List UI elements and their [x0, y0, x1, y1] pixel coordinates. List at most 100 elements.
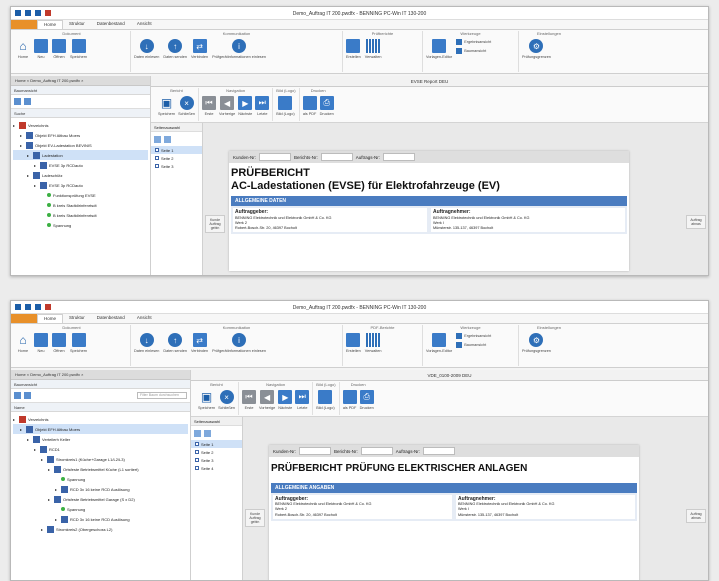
tree-node[interactable]: Funktionsprüfung EVSE: [13, 190, 148, 200]
first-page-button[interactable]: ⏮ Erste: [202, 96, 216, 116]
checkbox-icon[interactable]: [195, 466, 199, 470]
tree-node[interactable]: ▸ Ortsfeste Betriebsmittel Garage (S x D2…: [13, 494, 188, 504]
page-item[interactable]: Seite 1: [191, 440, 242, 448]
tree-node[interactable]: ▸ Ladeschütz: [13, 170, 148, 180]
save-button[interactable]: Speichern: [70, 39, 87, 59]
last-page-button[interactable]: ⏭ Letzte: [295, 390, 310, 410]
expand-icon[interactable]: [14, 392, 21, 399]
report-save-button[interactable]: ▣ Speichern: [158, 96, 175, 116]
expand-arrow-icon[interactable]: ▸: [41, 457, 45, 462]
tree-node[interactable]: B kreis Stadtdirinfenrtsdt: [13, 200, 148, 210]
new-icon[interactable]: [15, 10, 21, 16]
expand-arrow-icon[interactable]: ▸: [55, 517, 59, 522]
first-page-button[interactable]: ⏮ Erste: [242, 390, 256, 410]
tree-filter-input[interactable]: Filter Baum durchsuchen: [137, 392, 187, 399]
tab-datenbestand[interactable]: Datenbestand: [91, 314, 131, 323]
client-box[interactable]: Auftraggeber: BENNING Elektrotechnik und…: [273, 494, 452, 519]
page-item[interactable]: Seite 4: [191, 464, 242, 472]
tree-node[interactable]: ▸ Verzeichnis: [13, 414, 188, 424]
expand-arrow-icon[interactable]: ▸: [20, 133, 24, 138]
expand-arrow-icon[interactable]: ▸: [27, 173, 31, 178]
read-data-button[interactable]: ↓ Daten einlesen: [134, 39, 159, 59]
report-close-button[interactable]: × Schließen: [218, 390, 235, 410]
customer-no-field[interactable]: [259, 153, 292, 161]
tab-ansicht[interactable]: Ansicht: [131, 314, 158, 323]
result-view-button[interactable]: Ergebnisansicht: [456, 39, 491, 45]
next-page-button[interactable]: ▶ Nächste: [278, 390, 293, 410]
expand-arrow-icon[interactable]: ▸: [34, 183, 38, 188]
collapse-icon[interactable]: [24, 98, 31, 105]
expand-arrow-icon[interactable]: ▸: [48, 497, 52, 502]
tree-node[interactable]: ▸ Objekt EV-Ladestation BEVINIS: [13, 140, 148, 150]
last-page-button[interactable]: ⏭ Letzte: [255, 96, 270, 116]
next-page-button[interactable]: ▶ Nächste: [238, 96, 253, 116]
page-item[interactable]: Seite 1: [151, 146, 202, 154]
checkbox-icon[interactable]: [195, 442, 199, 446]
prev-page-button[interactable]: ◀ Vorherige: [219, 96, 235, 116]
tree-node[interactable]: ▸ Verteilerh Keller: [13, 434, 188, 444]
open-button[interactable]: Öffnen: [52, 39, 66, 59]
report-close-button[interactable]: × Schließen: [178, 96, 195, 116]
connect-button[interactable]: ⇄ Verbinden: [191, 333, 208, 353]
tree-node[interactable]: ▸ Objekt EFH Altbau Moers: [13, 130, 148, 140]
expand-arrow-icon[interactable]: ▸: [34, 447, 38, 452]
new-button[interactable]: Neu: [34, 333, 48, 353]
expand-icon[interactable]: [14, 98, 21, 105]
new-icon[interactable]: [15, 304, 21, 310]
manage-reports-button[interactable]: Verwalten: [365, 39, 381, 59]
logo-button[interactable]: Bild (Logo): [316, 390, 335, 410]
tree-view-button[interactable]: Baumansicht: [456, 342, 491, 348]
send-data-button[interactable]: ↑ Daten senden: [163, 333, 187, 353]
tree-node[interactable]: ▸ Verzeichnis: [13, 120, 148, 130]
order-no-field[interactable]: [383, 153, 416, 161]
customer-order-side-button[interactable]: Kunde Auftrag gebin: [245, 509, 265, 527]
tree-node[interactable]: ▸ Stromkreis1 (Küche+Garage L1/L2/L3): [13, 454, 188, 464]
deselect-icon[interactable]: [164, 135, 171, 143]
tab-home[interactable]: Home: [37, 314, 64, 323]
select-all-icon[interactable]: [194, 429, 201, 437]
save-icon[interactable]: [35, 304, 41, 310]
document-tab[interactable]: Home × Demo_Auftrag IT 200.pwdfx ×: [11, 370, 190, 380]
tree-view-button[interactable]: Baumansicht: [456, 48, 491, 54]
expand-arrow-icon[interactable]: ▸: [13, 123, 17, 128]
order-side-button[interactable]: Auftrag abnas: [686, 509, 706, 523]
limits-button[interactable]: ⚙ Prüfungsgrenzen: [522, 39, 551, 59]
tree-node[interactable]: ▸ Ortsfeste Betriebsmittel Küche (L1 sort…: [13, 464, 188, 474]
open-icon[interactable]: [25, 10, 31, 16]
tab-file[interactable]: [11, 314, 37, 323]
logo-button[interactable]: Bild (Logo): [276, 96, 295, 116]
checkbox-icon[interactable]: [195, 450, 199, 454]
page-item[interactable]: Seite 2: [191, 448, 242, 456]
expand-arrow-icon[interactable]: ▸: [34, 163, 38, 168]
report-canvas[interactable]: Kunde Auftrag gebin Kunden-Nr: Berichts-…: [203, 123, 708, 275]
tree-node[interactable]: B kreis Stadtdirinfenrtsdt: [13, 210, 148, 220]
tree-node[interactable]: ▸ Objekt EFH Altbau Moers: [13, 424, 188, 434]
contractor-box[interactable]: Auftragnehmer: BENNING Elektrotechnik un…: [431, 208, 625, 233]
undo-icon[interactable]: [45, 304, 51, 310]
tree-node[interactable]: ▸ Ladestation: [13, 150, 148, 160]
client-box[interactable]: Auftraggeber: BENNING Elektrotechnik und…: [233, 208, 427, 233]
expand-arrow-icon[interactable]: ▸: [20, 427, 24, 432]
tab-datenbestand[interactable]: Datenbestand: [91, 20, 131, 29]
expand-arrow-icon[interactable]: ▸: [27, 153, 31, 158]
page-item[interactable]: Seite 2: [151, 154, 202, 162]
tree-node[interactable]: ▸ EVSE 3p RCDauto: [13, 160, 148, 170]
tree-view[interactable]: ▸ Verzeichnis ▸ Objekt EFH Altbau Moers ▸ Obj…: [11, 118, 150, 275]
print-button[interactable]: ⎙ Drucken: [320, 96, 334, 116]
customer-no-field[interactable]: [299, 447, 332, 455]
home-button[interactable]: ⌂ Home: [16, 333, 30, 353]
template-editor-button[interactable]: Vorlagen-Editor: [426, 39, 452, 59]
tree-node[interactable]: Spannung: [13, 474, 188, 484]
order-no-field[interactable]: [423, 447, 456, 455]
export-pdf-button[interactable]: als PDF: [302, 96, 317, 116]
tab-home[interactable]: Home: [37, 20, 64, 29]
order-side-button[interactable]: Auftrag abnas: [686, 215, 706, 229]
contractor-box[interactable]: Auftragnehmer: BENNING Elektrotechnik un…: [456, 494, 635, 519]
prev-page-button[interactable]: ◀ Vorherige: [259, 390, 275, 410]
open-icon[interactable]: [25, 304, 31, 310]
customer-order-side-button[interactable]: Kunde Auftrag gebin: [205, 215, 225, 233]
read-data-button[interactable]: ↓ Daten einlesen: [134, 333, 159, 353]
tree-node[interactable]: ▸ RCD 3x 16 keine RCD Auslösung: [13, 514, 188, 524]
tab-struktur[interactable]: Struktur: [63, 20, 91, 29]
page-item[interactable]: Seite 3: [191, 456, 242, 464]
